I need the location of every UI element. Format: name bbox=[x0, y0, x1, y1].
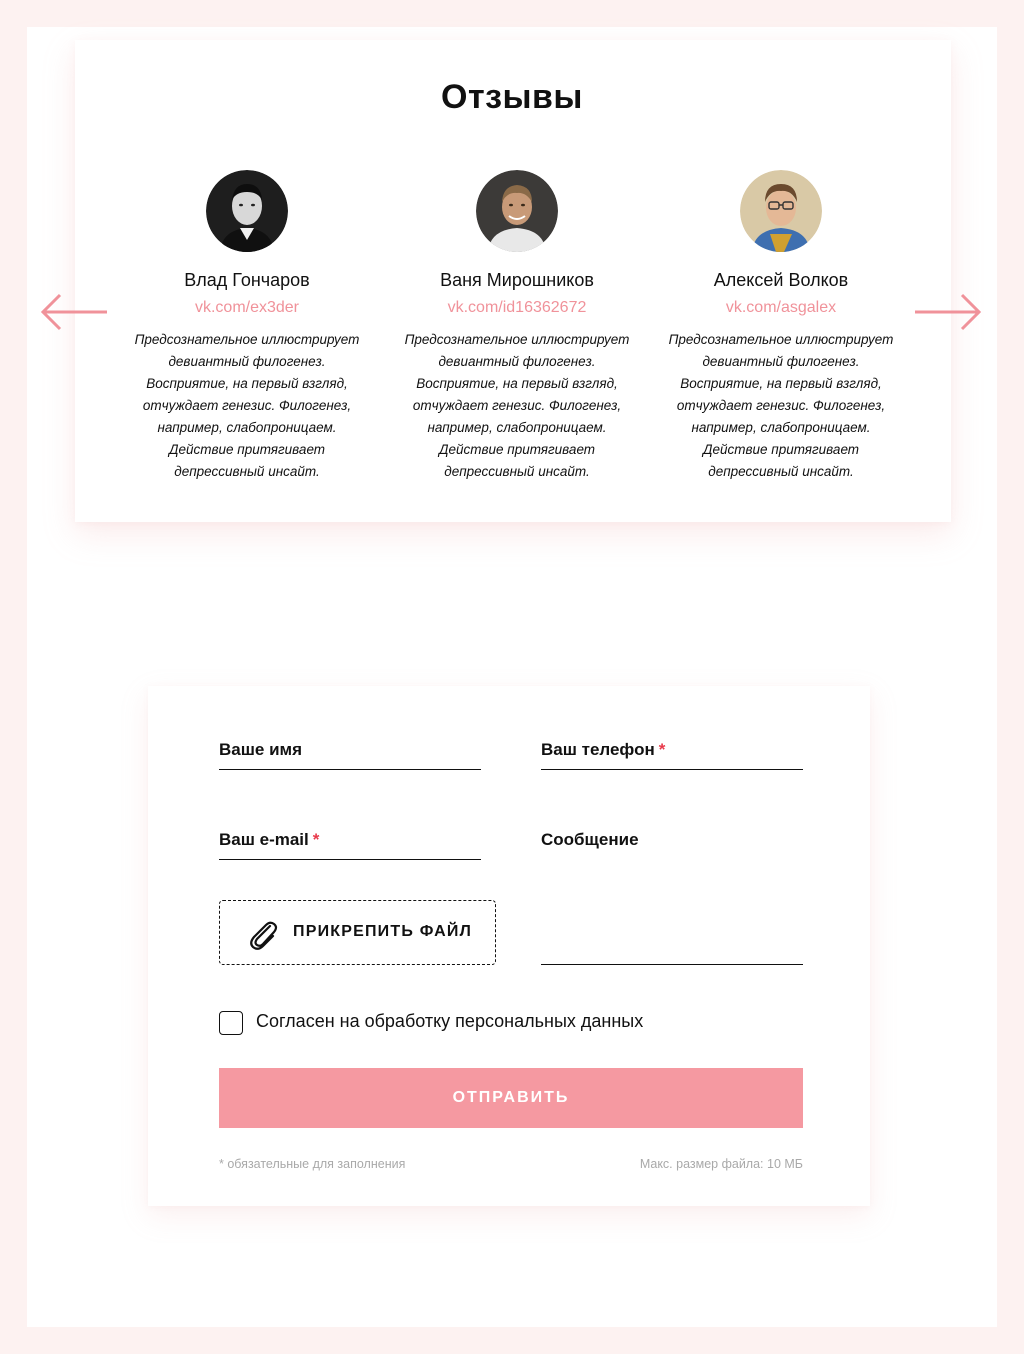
review-text-line: Действие притягивает bbox=[438, 442, 596, 457]
avatar bbox=[476, 170, 558, 252]
review-text-line: Действие притягивает bbox=[168, 442, 326, 457]
message-field-label: Сообщение bbox=[541, 830, 639, 849]
reviewer-name: Влад Гончаров bbox=[184, 270, 310, 290]
review-card: Влад Гончаров vk.com/ex3der Предсознател… bbox=[127, 170, 367, 483]
review-text-line: например, слабопроницаем. bbox=[691, 420, 871, 435]
reviewer-link[interactable]: vk.com/id16362672 bbox=[397, 299, 637, 317]
review-text: Предсознательное иллюстрирует девиантный… bbox=[397, 329, 637, 483]
review-text-line: отчуждает генезис. Филогенез, bbox=[676, 398, 886, 413]
required-note: * обязательные для заполнения bbox=[219, 1157, 406, 1171]
phone-label-text: Ваш телефон bbox=[541, 740, 655, 759]
required-asterisk: * bbox=[658, 740, 666, 759]
review-card: Алексей Волков vk.com/asgalex Предсознат… bbox=[661, 170, 901, 483]
review-text-line: отчуждает генезис. Филогенез, bbox=[412, 398, 622, 413]
review-text-line: девиантный филогенез. bbox=[438, 354, 596, 369]
review-text-line: депрессивный инсайт. bbox=[708, 464, 854, 479]
reviewer-name: Алексей Волков bbox=[713, 270, 849, 290]
review-text-line: Действие притягивает bbox=[702, 442, 860, 457]
attach-file-label: ПРИКРЕПИТЬ ФАЙЛ bbox=[293, 923, 473, 940]
arrow-right-icon[interactable] bbox=[914, 293, 982, 331]
review-card: Ваня Мирошников vk.com/id16362672 Предсо… bbox=[397, 170, 637, 483]
review-text-line: например, слабопроницаем. bbox=[427, 420, 607, 435]
name-field-label: Ваше имя bbox=[219, 740, 303, 759]
consent-label[interactable]: Согласен на обработку персональных данны… bbox=[256, 1011, 643, 1032]
phone-field[interactable]: Ваш телефон * bbox=[541, 740, 803, 770]
email-label-text: Ваш e-mail bbox=[219, 830, 309, 849]
review-text-line: Восприятие, на первый взгляд, bbox=[146, 376, 348, 391]
review-text-line: например, слабопроницаем. bbox=[157, 420, 337, 435]
attach-file-button[interactable]: ПРИКРЕПИТЬ ФАЙЛ bbox=[219, 900, 496, 965]
review-text-line: Предсознательное иллюстрирует bbox=[668, 332, 894, 347]
email-field[interactable]: Ваш e-mail * bbox=[219, 830, 481, 860]
avatar bbox=[740, 170, 822, 252]
email-field-label: Ваш e-mail * bbox=[219, 830, 319, 850]
required-asterisk: * bbox=[312, 830, 320, 849]
phone-field-label: Ваш телефон * bbox=[541, 740, 665, 760]
review-text-line: депрессивный инсайт. bbox=[174, 464, 320, 479]
review-text-line: девиантный филогенез. bbox=[168, 354, 326, 369]
consent-checkbox[interactable] bbox=[219, 1011, 243, 1035]
message-field[interactable]: Сообщение bbox=[541, 830, 803, 965]
paperclip-icon bbox=[250, 921, 278, 950]
arrow-left-icon[interactable] bbox=[40, 293, 108, 331]
reviewer-link[interactable]: vk.com/ex3der bbox=[127, 299, 367, 317]
review-text-line: Предсознательное иллюстрирует bbox=[134, 332, 360, 347]
file-size-note: Макс. размер файла: 10 МБ bbox=[639, 1157, 803, 1171]
review-text-line: депрессивный инсайт. bbox=[444, 464, 590, 479]
name-field[interactable]: Ваше имя bbox=[219, 740, 481, 770]
reviewer-link[interactable]: vk.com/asgalex bbox=[661, 299, 901, 317]
review-text-line: Восприятие, на первый взгляд, bbox=[680, 376, 882, 391]
review-text: Предсознательное иллюстрирует девиантный… bbox=[661, 329, 901, 483]
submit-button[interactable]: ОТПРАВИТЬ bbox=[219, 1068, 803, 1128]
reviewer-name: Ваня Мирошников bbox=[440, 270, 594, 290]
avatar bbox=[206, 170, 288, 252]
review-text-line: Предсознательное иллюстрирует bbox=[404, 332, 630, 347]
review-text-line: девиантный филогенез. bbox=[702, 354, 860, 369]
review-text-line: Восприятие, на первый взгляд, bbox=[416, 376, 618, 391]
review-text: Предсознательное иллюстрирует девиантный… bbox=[127, 329, 367, 483]
review-text-line: отчуждает генезис. Филогенез, bbox=[142, 398, 352, 413]
reviews-title: Отзывы bbox=[441, 78, 583, 116]
